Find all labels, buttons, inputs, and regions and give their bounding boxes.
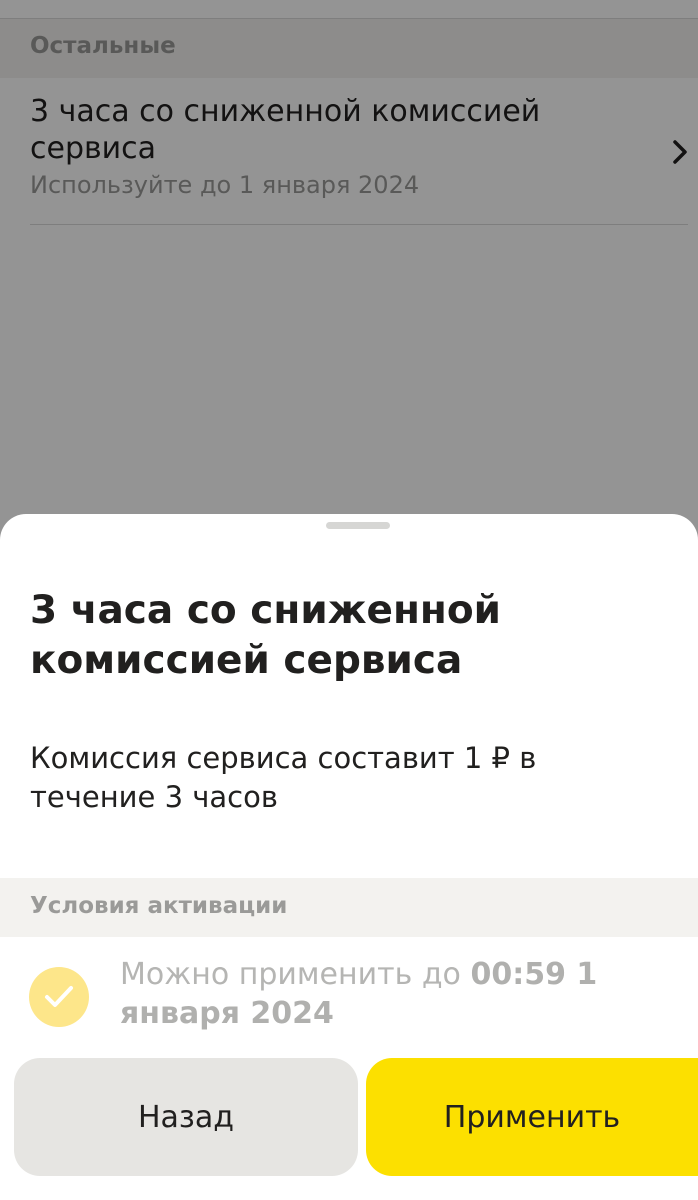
conditions-title: Условия активации [30,893,288,919]
apply-button[interactable]: Применить [366,1058,698,1176]
sheet-title: 3 часа со сниженной комиссией сервиса [30,588,501,683]
sheet-description: Комиссия сервиса составит 1 ₽ в течение … [30,741,537,814]
conditions-header: Условия активации [0,878,698,937]
condition-row: Можно применить до 00:59 1 января 2024 [0,937,698,1057]
condition-text-prefix: Можно применить до [120,957,471,992]
check-circle-icon [29,967,89,1027]
sheet-grabber-handle[interactable] [326,522,390,529]
bottom-sheet: 3 часа со сниженной комиссией сервиса Ко… [0,514,698,1200]
back-button[interactable]: Назад [14,1058,358,1176]
condition-text: Можно применить до 00:59 1 января 2024 [120,955,680,1033]
